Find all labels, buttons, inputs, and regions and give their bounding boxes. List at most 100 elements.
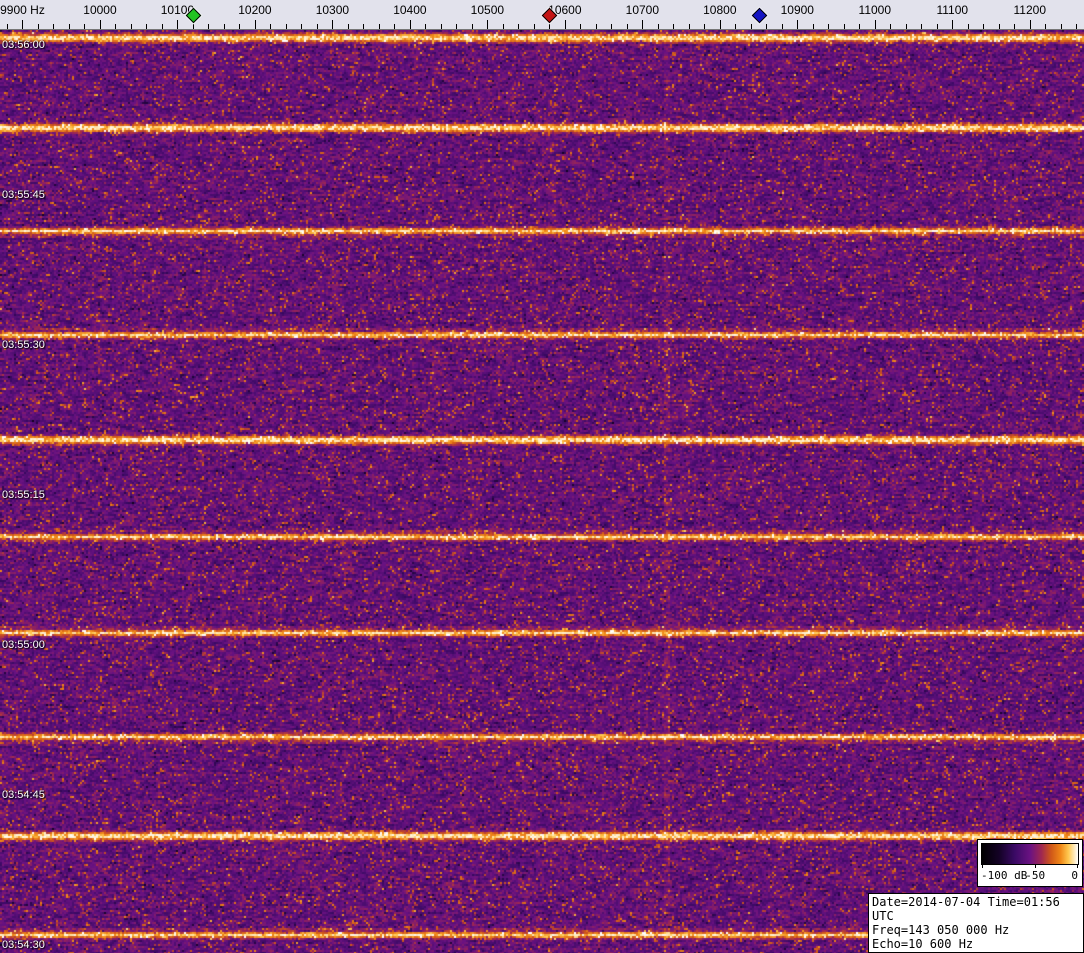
tick-label: 11100 <box>936 3 969 17</box>
tick-label: 9900 Hz <box>0 3 45 17</box>
major-tick <box>99 20 101 29</box>
minor-tick <box>673 24 675 29</box>
colorbar-label-max: 0 <box>1071 869 1078 882</box>
major-tick <box>642 20 644 29</box>
tick-label: 11200 <box>1013 3 1046 17</box>
minor-tick <box>828 24 830 29</box>
time-label: 03:56:00 <box>2 39 45 51</box>
minor-tick <box>53 24 55 29</box>
minor-tick <box>533 24 535 29</box>
minor-tick <box>549 24 551 29</box>
tick-label: 10300 <box>315 3 350 17</box>
minor-tick <box>766 24 768 29</box>
info-box: Date=2014-07-04 Time=01:56 UTC Freq=143 … <box>868 893 1084 953</box>
time-label: 03:54:30 <box>2 939 45 951</box>
minor-tick <box>657 24 659 29</box>
tick-label: 10800 <box>703 3 737 17</box>
minor-tick <box>1076 24 1078 29</box>
minor-tick <box>301 24 303 29</box>
colorbar-tick <box>1035 864 1037 868</box>
tick-label: 10400 <box>393 3 427 17</box>
minor-tick <box>890 24 892 29</box>
time-label: 03:54:45 <box>2 789 45 801</box>
minor-tick <box>239 24 241 29</box>
minor-tick <box>363 24 365 29</box>
minor-tick <box>37 24 39 29</box>
minor-tick <box>750 24 752 29</box>
minor-tick <box>161 24 163 29</box>
minor-tick <box>843 24 845 29</box>
minor-tick <box>905 24 907 29</box>
tick-label: 10500 <box>470 3 505 17</box>
minor-tick <box>502 24 504 29</box>
minor-tick <box>270 24 272 29</box>
spectrogram-canvas[interactable] <box>0 30 1084 953</box>
major-tick <box>409 20 411 29</box>
minor-tick <box>967 24 969 29</box>
minor-tick <box>735 24 737 29</box>
minor-tick <box>921 24 923 29</box>
minor-tick <box>192 24 194 29</box>
major-tick <box>487 20 489 29</box>
tick-label: 10200 <box>238 3 272 17</box>
blue-marker[interactable] <box>751 7 767 24</box>
minor-tick <box>6 24 8 29</box>
time-label: 03:55:30 <box>2 339 45 351</box>
major-tick <box>719 20 721 29</box>
colorbar: -100 dB -50 0 <box>977 839 1083 887</box>
time-label: 03:55:00 <box>2 639 45 651</box>
tick-label: 10900 <box>780 3 814 17</box>
minor-tick <box>208 24 210 29</box>
frequency-scale[interactable]: 9900 Hz 10000 10100 10200 10300 10400 10500 106… <box>0 0 1084 30</box>
time-label: 03:55:45 <box>2 189 45 201</box>
minor-tick <box>316 24 318 29</box>
minor-tick <box>440 24 442 29</box>
info-echo: Echo=10 600 Hz <box>872 937 974 951</box>
major-tick <box>177 20 179 29</box>
major-tick <box>797 20 799 29</box>
tick-label: 10000 <box>83 3 117 17</box>
minor-tick <box>394 24 396 29</box>
minor-tick <box>704 24 706 29</box>
minor-tick <box>456 24 458 29</box>
minor-tick <box>595 24 597 29</box>
minor-tick <box>936 24 938 29</box>
major-tick <box>254 20 256 29</box>
colorbar-gradient <box>981 843 1079 865</box>
minor-tick <box>781 24 783 29</box>
spectrogram-window: 9900 Hz 10000 10100 10200 10300 10400 10500 106… <box>0 0 1084 953</box>
minor-tick <box>998 24 1000 29</box>
minor-tick <box>223 24 225 29</box>
minor-tick <box>812 24 814 29</box>
tick-label: 10700 <box>625 3 660 17</box>
major-tick <box>22 20 24 29</box>
minor-tick <box>611 24 613 29</box>
major-tick <box>952 20 954 29</box>
minor-tick <box>1060 24 1062 29</box>
colorbar-tick <box>982 864 983 868</box>
colorbar-label-mid: -50 <box>1025 869 1046 882</box>
minor-tick <box>285 24 287 29</box>
major-tick <box>1029 20 1031 29</box>
minor-tick <box>518 24 520 29</box>
minor-tick <box>688 24 690 29</box>
minor-tick <box>859 24 861 29</box>
major-tick <box>564 20 566 29</box>
minor-tick <box>84 24 86 29</box>
minor-tick <box>580 24 582 29</box>
minor-tick <box>115 24 117 29</box>
minor-tick <box>983 24 985 29</box>
minor-tick <box>130 24 132 29</box>
info-date-time: Date=2014-07-04 Time=01:56 UTC <box>872 895 1060 923</box>
time-label: 03:55:15 <box>2 489 45 501</box>
info-frequency: Freq=143 050 000 Hz <box>872 923 1010 937</box>
minor-tick <box>347 24 349 29</box>
tick-label: 11000 <box>858 3 892 17</box>
colorbar-label-min: -100 dB <box>981 869 1028 882</box>
minor-tick <box>68 24 70 29</box>
minor-tick <box>146 24 148 29</box>
minor-tick <box>1014 24 1016 29</box>
major-tick <box>332 20 334 29</box>
minor-tick <box>626 24 628 29</box>
colorbar-tick <box>1077 864 1078 868</box>
